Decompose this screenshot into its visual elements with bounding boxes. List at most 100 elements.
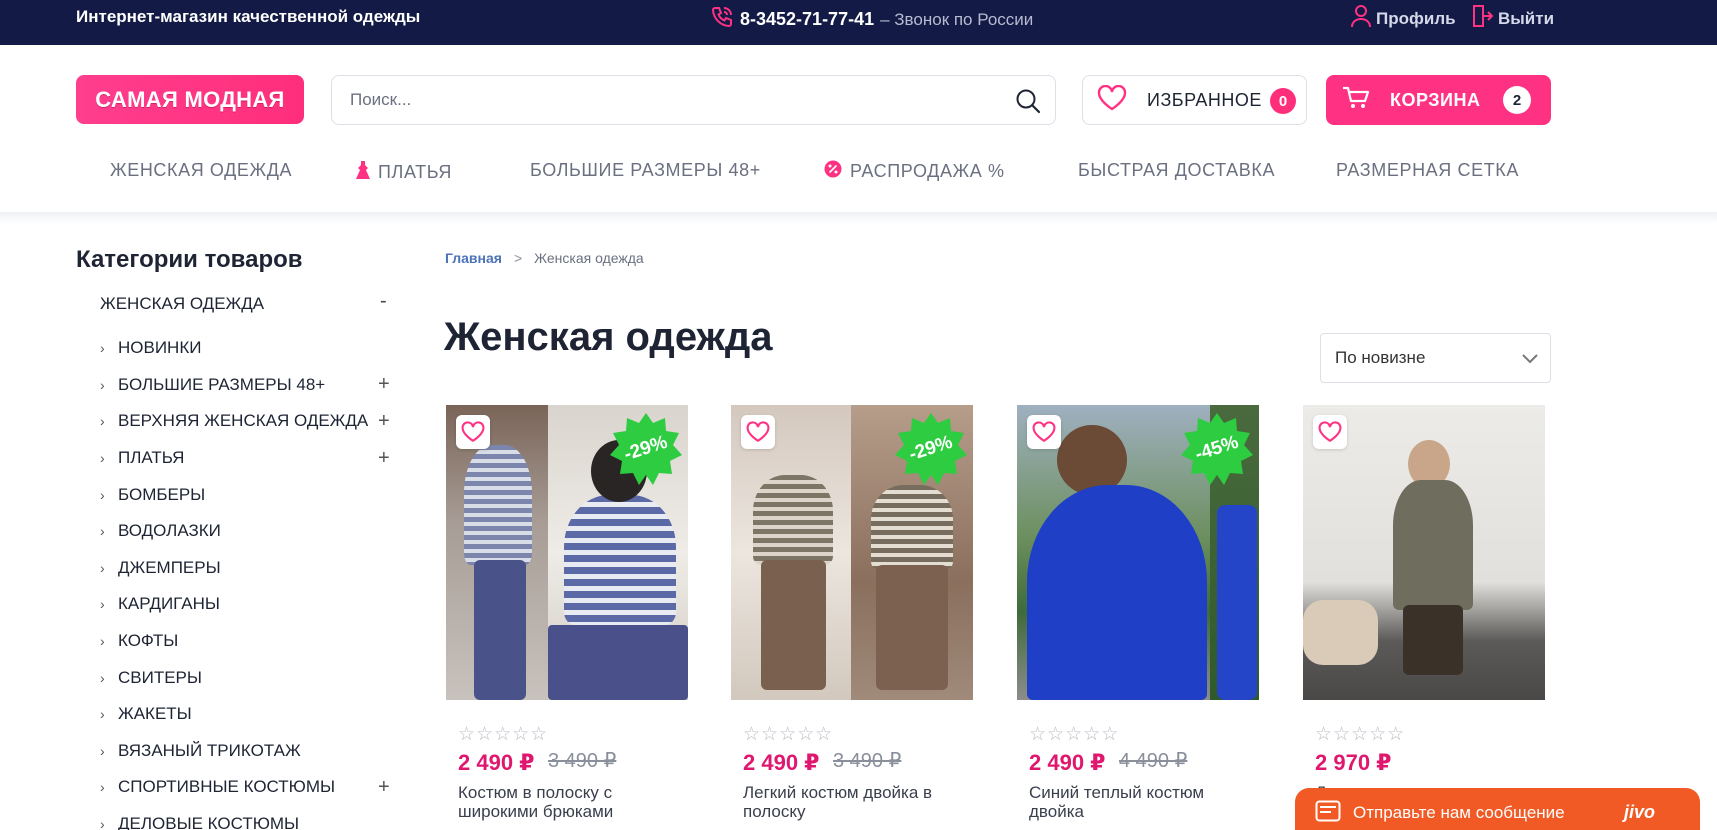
breadcrumb-separator: > xyxy=(513,250,523,266)
top-bar: Интернет-магазин качественной одежды 8-3… xyxy=(0,0,1717,45)
category-label: НОВИНКИ xyxy=(118,338,202,358)
product-old-price: 4 490 ₽ xyxy=(1119,750,1188,772)
product-card[interactable]: -29% ☆☆☆☆☆ 2 490 ₽ 3 490 ₽ Легкий костюм… xyxy=(731,405,973,821)
add-to-favorites-button[interactable] xyxy=(741,415,775,449)
rating-stars: ☆☆☆☆☆ xyxy=(1029,724,1120,745)
category-label: ПЛАТЬЯ xyxy=(118,448,185,468)
discount-badge: -45% xyxy=(1181,413,1253,485)
sort-value: По новизне xyxy=(1335,348,1426,367)
phone-contact[interactable]: 8-3452-71-77-41 – Звонок по России xyxy=(710,5,1033,34)
chevron-right-icon: › xyxy=(100,450,105,467)
chat-brand: jivo xyxy=(1623,802,1655,822)
chat-widget[interactable]: Отправьте нам сообщение jivo xyxy=(1295,788,1700,830)
profile-link[interactable]: Профиль xyxy=(1350,4,1456,33)
favorites-button[interactable]: ИЗБРАННОЕ 0 xyxy=(1082,75,1307,125)
cart-count-badge: 2 xyxy=(1503,86,1531,114)
category-item[interactable]: › НОВИНКИ xyxy=(100,330,400,367)
model-pants xyxy=(876,565,948,690)
heart-icon xyxy=(1097,84,1127,116)
category-item[interactable]: › ЖАКЕТЫ xyxy=(100,696,400,733)
percent-badge-icon xyxy=(824,160,842,183)
product-image[interactable] xyxy=(1303,405,1545,700)
model-tracksuit xyxy=(1027,485,1207,700)
nav-item-size-chart[interactable]: РАЗМЕРНАЯ СЕТКА xyxy=(1336,160,1519,181)
product-name[interactable]: Легкий костюм двойка в полоску xyxy=(743,783,968,821)
product-card[interactable]: -29% ☆☆☆☆☆ 2 490 ₽ 3 490 ₽ Костюм в поло… xyxy=(446,405,688,821)
category-item[interactable]: › КОФТЫ xyxy=(100,623,400,660)
logout-link[interactable]: Выйти xyxy=(1470,4,1554,33)
expand-toggle[interactable]: + xyxy=(378,410,390,433)
expand-toggle[interactable]: + xyxy=(378,373,390,396)
category-label: БОЛЬШИЕ РАЗМЕРЫ 48+ xyxy=(118,374,326,394)
favorites-label: ИЗБРАННОЕ xyxy=(1147,89,1262,110)
category-item[interactable]: › СВИТЕРЫ xyxy=(100,659,400,696)
chevron-right-icon: › xyxy=(100,742,105,759)
model-pants xyxy=(548,625,688,700)
model-top xyxy=(464,445,532,565)
product-image[interactable]: -45% xyxy=(1017,405,1259,700)
heart-icon xyxy=(461,421,485,443)
product-name[interactable]: Костюм в полоску с широкими брюками xyxy=(458,783,683,821)
nav-item-plus-sizes[interactable]: БОЛЬШИЕ РАЗМЕРЫ 48+ xyxy=(530,160,761,181)
category-root[interactable]: ЖЕНСКАЯ ОДЕЖДА xyxy=(100,294,264,314)
profile-label: Профиль xyxy=(1376,8,1456,28)
category-item[interactable]: › СПОРТИВНЫЕ КОСТЮМЫ + xyxy=(100,769,400,806)
breadcrumb-current: Женская одежда xyxy=(534,250,644,266)
search-bar xyxy=(331,75,1056,125)
product-price: 2 490 ₽ xyxy=(1029,750,1106,775)
sort-select[interactable]: По новизне xyxy=(1320,333,1551,383)
main-nav: ЖЕНСКАЯ ОДЕЖДА ПЛАТЬЯ БОЛЬШИЕ РАЗМЕРЫ 48… xyxy=(76,155,1551,185)
category-label: КОФТЫ xyxy=(118,631,179,651)
category-item[interactable]: › ВЕРХНЯЯ ЖЕНСКАЯ ОДЕЖДА + xyxy=(100,403,400,440)
category-label: КАРДИГАНЫ xyxy=(118,594,220,614)
category-item[interactable]: › БОМБЕРЫ xyxy=(100,476,400,513)
breadcrumb-home[interactable]: Главная xyxy=(445,250,502,266)
chat-label: Отправьте нам сообщение xyxy=(1353,803,1565,822)
category-item[interactable]: › ВОДОЛАЗКИ xyxy=(100,513,400,550)
expand-toggle[interactable]: + xyxy=(378,776,390,799)
nav-item-womens-clothing[interactable]: ЖЕНСКАЯ ОДЕЖДА xyxy=(110,160,292,181)
chevron-right-icon: › xyxy=(100,340,105,357)
cart-label: КОРЗИНА xyxy=(1390,89,1481,110)
nav-label: ЖЕНСКАЯ ОДЕЖДА xyxy=(110,160,293,180)
add-to-favorites-button[interactable] xyxy=(456,415,490,449)
product-image[interactable]: -29% xyxy=(446,405,688,700)
product-image[interactable]: -29% xyxy=(731,405,973,700)
nav-item-dresses[interactable]: ПЛАТЬЯ xyxy=(356,160,452,185)
phone-number[interactable]: 8-3452-71-77-41 xyxy=(740,9,874,30)
model-coat xyxy=(1393,480,1473,610)
expand-toggle[interactable]: + xyxy=(378,447,390,470)
collapse-toggle[interactable]: - xyxy=(380,290,387,313)
category-item[interactable]: › КАРДИГАНЫ xyxy=(100,586,400,623)
category-item[interactable]: › БОЛЬШИЕ РАЗМЕРЫ 48+ + xyxy=(100,367,400,404)
cart-button[interactable]: КОРЗИНА 2 xyxy=(1326,75,1551,125)
chevron-right-icon: › xyxy=(100,779,105,796)
breadcrumb: Главная > Женская одежда xyxy=(445,250,644,266)
chevron-right-icon: › xyxy=(100,413,105,430)
product-card[interactable]: -45% ☆☆☆☆☆ 2 490 ₽ 4 490 ₽ Синий теплый … xyxy=(1017,405,1259,821)
category-item[interactable]: › ДЕЛОВЫЕ КОСТЮМЫ xyxy=(100,806,400,830)
add-to-favorites-button[interactable] xyxy=(1313,415,1347,449)
product-name[interactable]: Синий теплый костюм двойка xyxy=(1029,783,1254,821)
add-to-favorites-button[interactable] xyxy=(1027,415,1061,449)
category-label: ВЕРХНЯЯ ЖЕНСКАЯ ОДЕЖДА xyxy=(118,411,369,431)
chevron-right-icon: › xyxy=(100,816,105,830)
category-item[interactable]: › ВЯЗАНЫЙ ТРИКОТАЖ xyxy=(100,733,400,770)
site-logo[interactable]: САМАЯ МОДНАЯ xyxy=(76,75,304,124)
chevron-right-icon: › xyxy=(100,669,105,686)
product-card[interactable]: ☆☆☆☆☆ 2 970 ₽ Д... xyxy=(1303,405,1545,802)
store-tagline: Интернет-магазин качественной одежды xyxy=(76,7,421,26)
category-label: ВОДОЛАЗКИ xyxy=(118,521,221,541)
search-icon[interactable] xyxy=(1013,86,1043,116)
category-label: ВЯЗАНЫЙ ТРИКОТАЖ xyxy=(118,740,301,760)
rating-stars: ☆☆☆☆☆ xyxy=(743,724,834,745)
nav-item-sale[interactable]: РАСПРОДАЖА % xyxy=(824,160,1005,183)
search-input[interactable] xyxy=(350,90,1010,110)
chevron-right-icon: › xyxy=(100,633,105,650)
category-item[interactable]: › ДЖЕМПЕРЫ xyxy=(100,550,400,587)
nav-item-fast-delivery[interactable]: БЫСТРАЯ ДОСТАВКА xyxy=(1078,160,1275,181)
nav-label: БОЛЬШИЕ РАЗМЕРЫ 48+ xyxy=(530,160,761,180)
model-pants xyxy=(1403,605,1463,675)
rating-stars: ☆☆☆☆☆ xyxy=(458,724,549,745)
category-item[interactable]: › ПЛАТЬЯ + xyxy=(100,440,400,477)
